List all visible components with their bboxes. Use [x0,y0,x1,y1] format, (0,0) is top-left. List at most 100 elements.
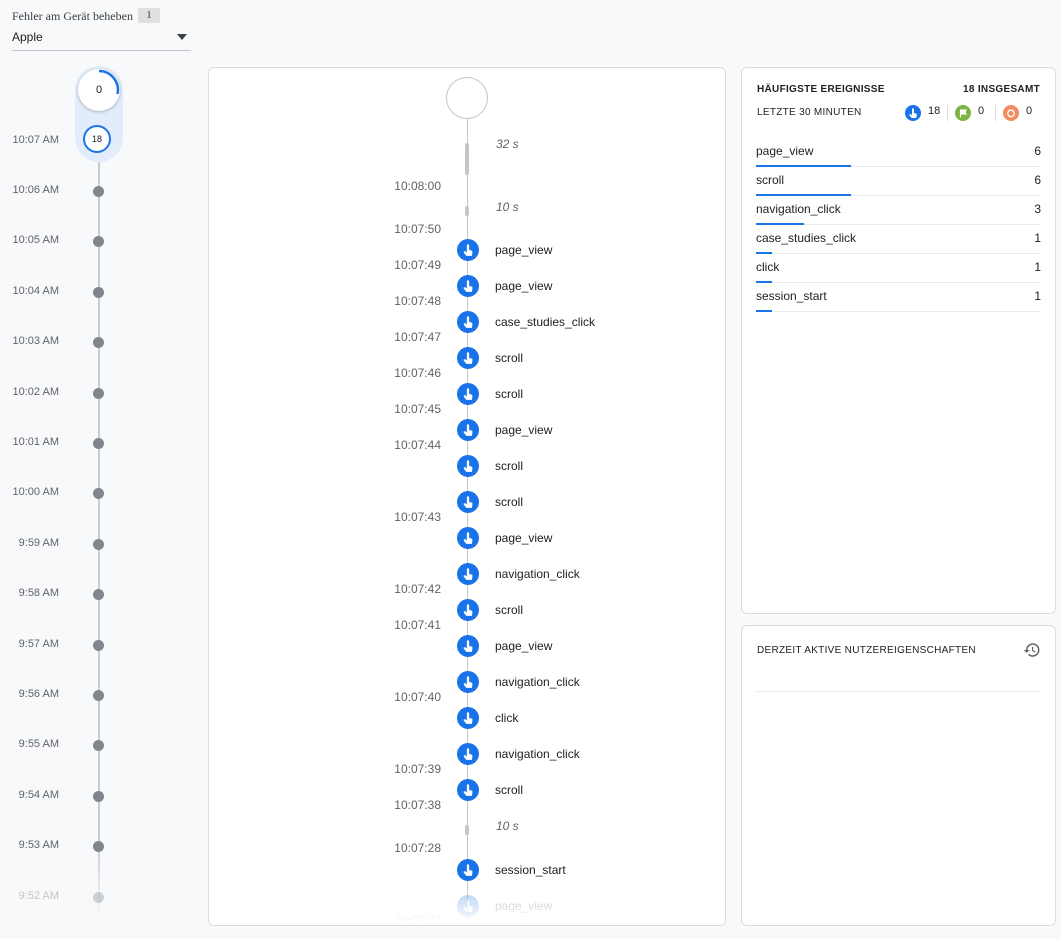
stream-event-label[interactable]: session_start [495,863,566,877]
stream-timestamp: 10:07:50 [394,222,441,236]
stream-event-label[interactable]: click [495,711,518,725]
minute-dot[interactable] [93,891,104,903]
minute-dot[interactable] [93,286,104,298]
minute-time-label: 9:53 AM [18,839,59,852]
stream-timestamp: 10:07:28 [394,841,441,855]
touch-icon[interactable] [457,419,479,441]
active-minute-bubble[interactable]: 18 [83,125,111,153]
touch-icon[interactable] [457,527,479,549]
minute-time-label: 9:52 AM [18,889,59,902]
time-gap-label: 32 s [496,137,519,151]
top-event-name: page_view [756,144,814,158]
top-event-row[interactable]: scroll 6 [756,166,1041,196]
minute-dot[interactable] [93,438,104,449]
stream-event-label[interactable]: scroll [495,387,523,401]
device-select[interactable]: Apple [12,28,191,51]
minute-dot[interactable] [93,337,104,349]
top-events-period: LETZTE 30 MINUTEN [757,107,862,118]
minute-dot[interactable] [93,841,104,853]
stream-event-label[interactable]: page_view [495,531,552,545]
touch-icon[interactable] [457,671,479,693]
minute-dot[interactable] [93,186,104,197]
minute-dot[interactable] [93,387,104,399]
minute-time-label: 9:56 AM [18,688,59,700]
top-event-row[interactable]: page_view 6 [756,137,1041,167]
touch-icon[interactable] [457,347,479,369]
conversion-count: 0 [978,105,985,117]
stream-event-label[interactable]: case_studies_click [495,315,595,329]
stream-timestamp: 10:07:38 [394,798,441,812]
event-stream-card: 32 s 10 s 10 s 10:08:00 10:07:50 10:07:49 10:0… [208,67,726,926]
time-gap-bar [465,825,469,835]
stream-event-label[interactable]: scroll [495,459,523,473]
error-icon [1003,105,1019,121]
minute-dot[interactable] [93,639,104,651]
stream-event-label[interactable]: navigation_click [495,747,580,761]
minute-time-label: 9:54 AM [18,788,59,801]
stream-event-label[interactable]: page_view [495,423,552,437]
top-event-row[interactable]: navigation_click 3 [756,195,1041,225]
top-event-count: 1 [1034,260,1041,274]
minute-dot[interactable] [93,790,104,802]
top-event-count: 1 [1034,231,1041,245]
top-event-row[interactable]: session_start 1 [756,282,1041,312]
top-event-row[interactable]: click 1 [756,253,1041,283]
stream-event-label[interactable]: scroll [495,603,523,617]
touch-icon[interactable] [457,707,479,729]
stream-event-label[interactable]: scroll [495,783,523,797]
minute-time-label: 10:05 AM [12,234,59,247]
stream-timestamp: 10:07:47 [394,330,441,344]
touch-icon[interactable] [457,779,479,801]
minute-time-label: 9:55 AM [18,738,59,751]
minute-dot[interactable] [93,236,104,248]
minute-dot[interactable] [93,589,104,601]
time-gap-label: 10 s [496,819,519,833]
flag-icon [955,105,971,121]
touch-icon[interactable] [457,563,479,585]
minute-time-label: 9:57 AM [18,637,59,650]
history-icon[interactable] [1023,641,1041,659]
top-events-total: 18 INSGESAMT [963,84,1040,95]
touch-icon[interactable] [457,635,479,657]
touch-icon[interactable] [457,311,479,333]
minute-dot[interactable] [93,538,104,550]
stream-timestamp: 10:07:39 [394,762,441,776]
stream-timestamp: 10:07:43 [394,510,441,524]
stream-timestamp: 10:07:40 [394,690,441,704]
touch-icon [905,105,921,121]
top-event-row[interactable]: case_studies_click 1 [756,224,1041,254]
stream-event-label[interactable]: navigation_click [495,567,580,581]
user-properties-divider [756,691,1041,692]
touch-icon[interactable] [457,599,479,621]
active-minute-time: 10:07 AM [12,134,59,146]
stream-event-label[interactable]: page_view [495,639,552,653]
stream-event-label[interactable]: scroll [495,495,523,509]
minute-dot[interactable] [93,740,104,752]
stream-event-label[interactable]: page_view [495,279,552,293]
touch-icon[interactable] [457,859,479,881]
touch-icon[interactable] [457,275,479,297]
error-count: 0 [1026,105,1033,117]
stream-start-circle [446,77,488,119]
time-gap-label: 10 s [496,200,519,214]
device-count-badge: 1 [138,8,160,23]
stream-event-label[interactable]: navigation_click [495,675,580,689]
minute-time-label: 10:03 AM [12,335,59,348]
minute-time-label: 9:59 AM [18,536,59,549]
page-title: Fehler am Gerät beheben [12,9,133,23]
stream-timestamp: 10:07:46 [394,366,441,380]
touch-icon[interactable] [457,239,479,261]
top-event-name: scroll [756,173,785,187]
touch-icon[interactable] [457,743,479,765]
stream-event-label[interactable]: page_view [495,243,552,257]
touch-icon[interactable] [457,455,479,477]
touch-icon[interactable] [457,491,479,513]
minute-dot[interactable] [93,690,104,701]
stream-timestamp: 10:07:41 [394,618,441,632]
minute-dot[interactable] [93,488,104,500]
current-minute-bubble[interactable]: 0 [78,69,120,111]
top-event-count: 1 [1034,289,1041,303]
touch-icon[interactable] [457,383,479,405]
minute-time-label: 10:02 AM [12,385,59,398]
stream-event-label[interactable]: scroll [495,351,523,365]
